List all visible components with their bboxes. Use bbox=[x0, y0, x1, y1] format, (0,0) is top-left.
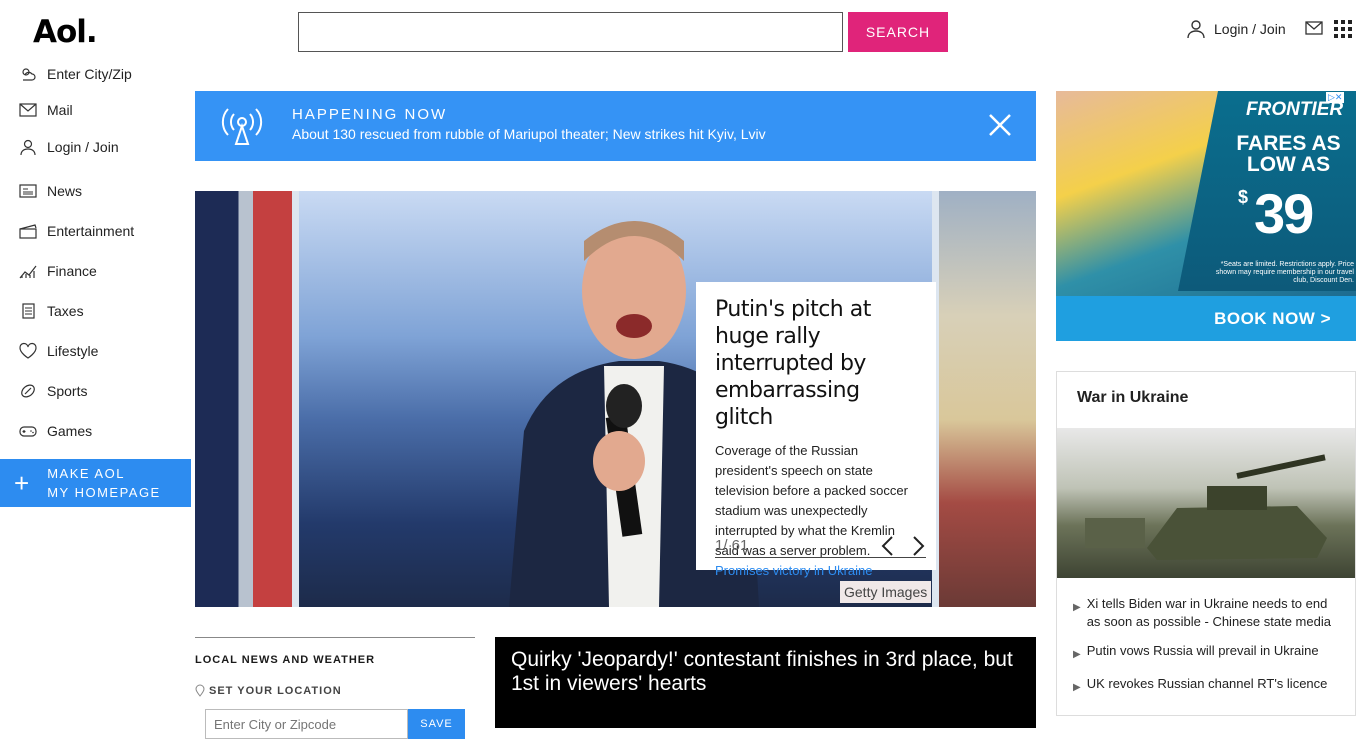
gamepad-icon bbox=[19, 426, 37, 437]
ukraine-link[interactable]: ▶ UK revokes Russian channel RT's licence bbox=[1073, 675, 1337, 697]
set-location-label: SET YOUR LOCATION bbox=[209, 684, 342, 697]
sidebar-item-lifestyle[interactable]: Lifestyle bbox=[0, 331, 191, 371]
sidebar-item-label: Lifestyle bbox=[47, 343, 99, 359]
frontier-ad[interactable]: ▷✕ FRONTIER FARES AS LOW AS $ 39 *Seats … bbox=[1056, 91, 1356, 341]
sidebar-item-weather[interactable]: Enter City/Zip bbox=[0, 62, 191, 86]
sidebar-item-label: Login / Join bbox=[47, 139, 119, 155]
sidebar-item-label: Sports bbox=[47, 383, 88, 399]
triangle-right-icon: ▶ bbox=[1073, 602, 1081, 613]
mail-icon[interactable] bbox=[1305, 20, 1323, 36]
apps-grid-icon[interactable] bbox=[1334, 20, 1352, 38]
sidebar-item-label: News bbox=[47, 183, 83, 199]
slide-pager: 1/ 61 bbox=[715, 534, 926, 558]
ad-price: 39 bbox=[1254, 182, 1314, 245]
ad-fares: FARES AS LOW AS bbox=[1236, 132, 1341, 176]
chevron-left-icon[interactable] bbox=[880, 535, 894, 557]
previous-slide-image[interactable] bbox=[195, 191, 292, 607]
book-now-button[interactable]: BOOK NOW > bbox=[1056, 296, 1356, 341]
happening-now-text[interactable]: About 130 rescued from rubble of Mariupo… bbox=[292, 126, 766, 142]
user-icon bbox=[20, 139, 36, 156]
sidebar-item-label: Games bbox=[47, 423, 93, 439]
slide-caption-card: Putin's pitch at huge rally interrupted … bbox=[696, 282, 936, 578]
chart-icon bbox=[19, 265, 37, 279]
sidebar-item-label: Entertainment bbox=[47, 223, 135, 239]
close-icon[interactable] bbox=[987, 112, 1013, 138]
zipcode-input[interactable] bbox=[205, 709, 408, 739]
sidebar-item-label: Mail bbox=[47, 102, 73, 118]
news-icon bbox=[19, 184, 37, 198]
aol-logo[interactable]: Aol. bbox=[33, 14, 98, 50]
sidebar-item-entertainment[interactable]: Entertainment bbox=[0, 211, 191, 251]
photo-credit: Getty Images bbox=[840, 581, 932, 603]
sidebar-item-mail[interactable]: Mail bbox=[0, 98, 191, 122]
tank-illustration bbox=[1085, 454, 1327, 560]
slide-counter: 1/ 61 bbox=[715, 537, 749, 554]
ad-fine-print: *Seats are limited. Restrictions apply. … bbox=[1215, 261, 1354, 284]
tank-photo[interactable] bbox=[1057, 428, 1355, 578]
sidebar-item-news[interactable]: News bbox=[0, 171, 191, 211]
war-in-ukraine-module: War in Ukraine ▶ Xi tells Biden war in Uk… bbox=[1056, 371, 1356, 716]
heart-icon bbox=[19, 342, 37, 359]
ad-dollar: $ bbox=[1238, 187, 1249, 207]
sidebar-item-finance[interactable]: Finance bbox=[0, 251, 191, 291]
triangle-right-icon: ▶ bbox=[1073, 682, 1081, 693]
sidebar-item-label: Taxes bbox=[47, 303, 84, 319]
ukraine-link[interactable]: ▶ Putin vows Russia will prevail in Ukrai… bbox=[1073, 642, 1337, 664]
sidebar-item-sports[interactable]: Sports bbox=[0, 371, 191, 411]
triangle-right-icon: ▶ bbox=[1073, 649, 1081, 660]
sidebar-item-label: Finance bbox=[47, 263, 97, 279]
make-homepage-button[interactable]: + MAKE AOL MY HOMEPAGE bbox=[0, 459, 191, 507]
location-pin-icon bbox=[195, 684, 205, 697]
video-title: Quirky 'Jeopardy!' contestant finishes i… bbox=[511, 648, 1013, 695]
sidebar-item-games[interactable]: Games bbox=[0, 411, 191, 451]
sidebar-item-taxes[interactable]: Taxes bbox=[0, 291, 191, 331]
ball-icon bbox=[21, 384, 35, 398]
happening-now-label: HAPPENING NOW bbox=[292, 106, 448, 123]
mail-icon bbox=[19, 103, 37, 117]
login-label: Login / Join bbox=[1214, 21, 1286, 37]
next-slide-image[interactable] bbox=[939, 191, 1036, 607]
sidebar-item-login[interactable]: Login / Join bbox=[0, 135, 191, 159]
plus-icon: + bbox=[14, 468, 30, 498]
local-news-heading: LOCAL NEWS AND WEATHER bbox=[195, 654, 376, 666]
news-slider: Putin's pitch at huge rally interrupted … bbox=[195, 191, 1036, 607]
make-homepage-label: MAKE AOL MY HOMEPAGE bbox=[47, 466, 161, 500]
ukraine-link[interactable]: ▶ Xi tells Biden war in Ukraine needs to … bbox=[1073, 595, 1337, 631]
happening-now-banner[interactable]: HAPPENING NOW About 130 rescued from rub… bbox=[195, 91, 1036, 161]
slide-headline[interactable]: Putin's pitch at huge rally interrupted … bbox=[715, 296, 922, 431]
search-button[interactable]: SEARCH bbox=[848, 12, 948, 52]
broadcast-icon bbox=[221, 108, 263, 145]
login-link[interactable]: Login / Join bbox=[1186, 19, 1286, 39]
ad-brand: FRONTIER bbox=[1246, 99, 1344, 120]
document-icon bbox=[22, 303, 35, 319]
local-news-module: LOCAL NEWS AND WEATHER SET YOUR LOCATION… bbox=[195, 637, 475, 739]
search-input[interactable] bbox=[298, 12, 843, 52]
save-button[interactable]: SAVE bbox=[408, 709, 465, 739]
clapper-icon bbox=[19, 224, 37, 239]
sidebar-item-label: Enter City/Zip bbox=[47, 66, 132, 82]
weather-icon bbox=[22, 68, 36, 81]
user-icon bbox=[1187, 20, 1205, 39]
set-location[interactable]: SET YOUR LOCATION bbox=[195, 684, 475, 697]
module-title[interactable]: War in Ukraine bbox=[1057, 372, 1355, 428]
sidebar-nav: Enter City/Zip Mail Login / Join News En… bbox=[0, 62, 191, 451]
video-player[interactable]: Quirky 'Jeopardy!' contestant finishes i… bbox=[495, 637, 1036, 728]
slide-related-link[interactable]: Promises victory in Ukraine bbox=[715, 561, 922, 581]
chevron-right-icon[interactable] bbox=[912, 535, 926, 557]
